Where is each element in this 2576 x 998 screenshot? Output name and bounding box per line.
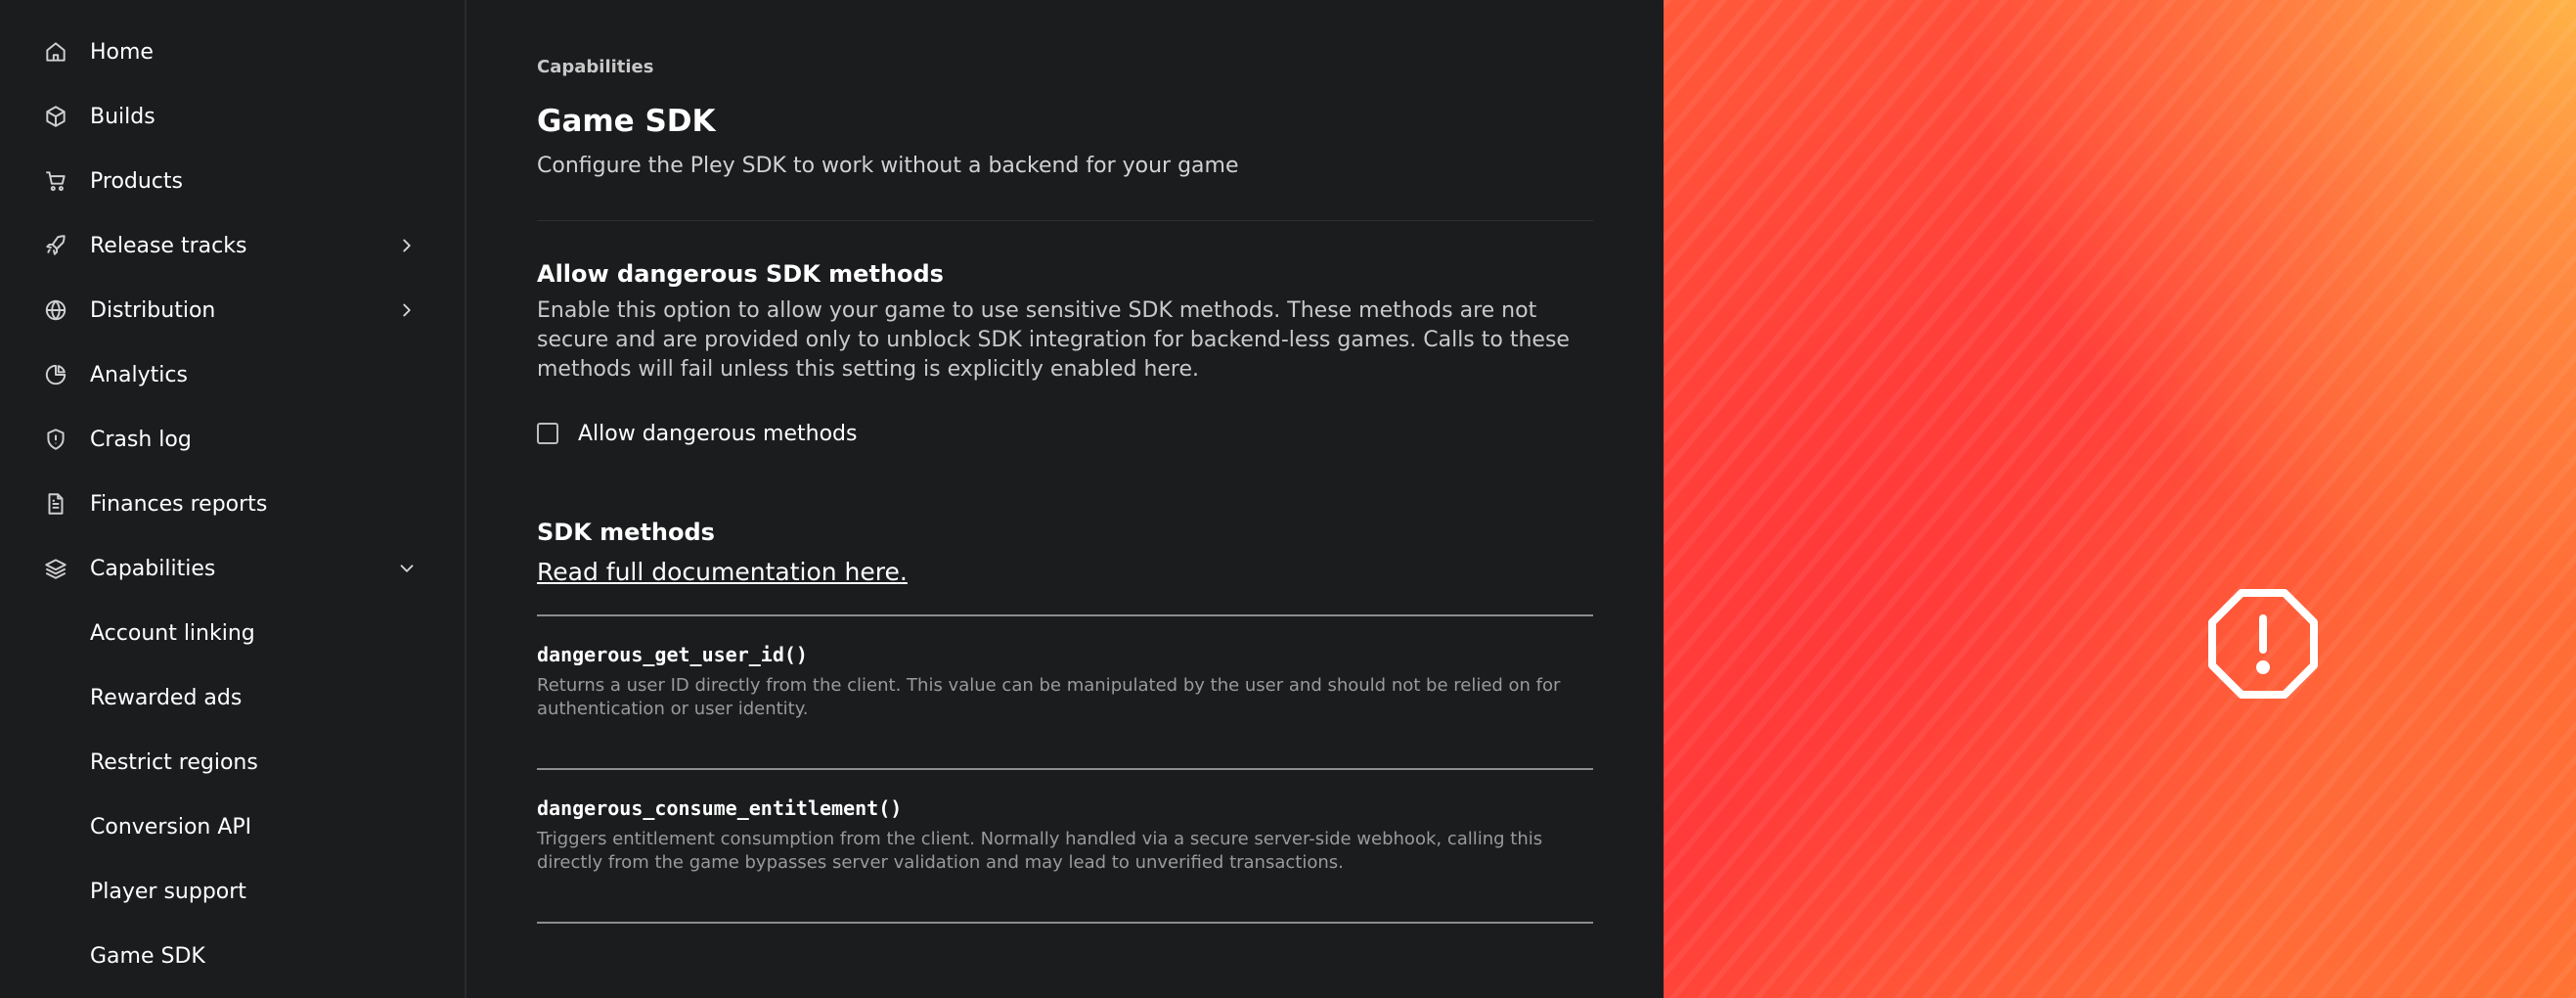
- sidebar-item-capabilities[interactable]: Capabilities: [0, 541, 466, 596]
- cart-icon: [43, 168, 68, 194]
- sidebar-subitem-label: Account linking: [90, 620, 255, 646]
- sidebar-item-label: Capabilities: [90, 556, 216, 581]
- sidebar-subitem-restrict-regions[interactable]: Restrict regions: [0, 735, 466, 790]
- breadcrumb: Capabilities: [537, 57, 654, 77]
- sidebar-subitem-label: Restrict regions: [90, 749, 258, 775]
- chevron-right-icon[interactable]: [395, 234, 419, 257]
- sidebar-subitem-game-sdk[interactable]: Game SDK: [0, 929, 466, 983]
- dangerous-methods-description: Enable this option to allow your game to…: [537, 298, 1570, 382]
- chevron-right-icon[interactable]: [395, 298, 419, 322]
- sidebar-item-release-tracks[interactable]: Release tracks: [0, 218, 466, 273]
- allow-dangerous-methods-checkbox[interactable]: [537, 423, 558, 444]
- sidebar-item-crash-log[interactable]: Crash log: [0, 412, 466, 467]
- pie-chart-icon: [43, 362, 68, 387]
- sidebar-item-label: Distribution: [90, 297, 216, 323]
- sidebar-item-label: Analytics: [90, 362, 188, 387]
- decorative-art-panel: [1664, 0, 2576, 998]
- method-description: Returns a user ID directly from the clie…: [537, 675, 1561, 719]
- page-title: Game SDK: [537, 104, 716, 139]
- method-description: Triggers entitlement consumption from th…: [537, 829, 1543, 873]
- sidebar-item-finances-reports[interactable]: Finances reports: [0, 476, 466, 531]
- documentation-link[interactable]: Read full documentation here.: [537, 558, 908, 586]
- sidebar-item-label: Crash log: [90, 427, 192, 452]
- globe-icon: [43, 297, 68, 323]
- sidebar: Home Builds Products Release tracks Dist…: [0, 0, 466, 998]
- sidebar-item-label: Home: [90, 39, 154, 65]
- divider: [537, 614, 1593, 616]
- sidebar-item-label: Finances reports: [90, 491, 268, 517]
- method-name: dangerous_consume_entitlement(): [537, 796, 903, 820]
- layers-icon: [43, 556, 68, 581]
- sidebar-item-analytics[interactable]: Analytics: [0, 347, 466, 402]
- allow-dangerous-methods-row[interactable]: Allow dangerous methods: [537, 419, 857, 448]
- divider: [537, 768, 1593, 770]
- dangerous-methods-title: Allow dangerous SDK methods: [537, 260, 944, 288]
- document-icon: [43, 491, 68, 517]
- sidebar-item-builds[interactable]: Builds: [0, 89, 466, 144]
- main-content: Capabilities Game SDK Configure the Pley…: [466, 0, 1664, 998]
- sidebar-item-label: Builds: [90, 104, 155, 129]
- sidebar-subitem-player-support[interactable]: Player support: [0, 864, 466, 919]
- sidebar-subitem-conversion-api[interactable]: Conversion API: [0, 799, 466, 854]
- rocket-icon: [43, 233, 68, 258]
- sdk-methods-title: SDK methods: [537, 519, 715, 546]
- sidebar-item-distribution[interactable]: Distribution: [0, 283, 466, 338]
- sidebar-subitem-account-linking[interactable]: Account linking: [0, 606, 466, 660]
- shield-icon: [43, 427, 68, 452]
- method-name: dangerous_get_user_id(): [537, 643, 808, 666]
- sidebar-subitem-label: Player support: [90, 879, 246, 904]
- divider: [537, 220, 1593, 221]
- warning-octagon-icon: [2206, 587, 2320, 701]
- chevron-down-icon[interactable]: [395, 557, 419, 580]
- box-icon: [43, 104, 68, 129]
- sidebar-subitem-label: Conversion API: [90, 814, 252, 839]
- sidebar-subitem-rewarded-ads[interactable]: Rewarded ads: [0, 670, 466, 725]
- sidebar-subitem-label: Rewarded ads: [90, 685, 243, 710]
- sidebar-item-products[interactable]: Products: [0, 154, 466, 208]
- sidebar-item-label: Products: [90, 168, 183, 194]
- sidebar-item-label: Release tracks: [90, 233, 247, 258]
- sidebar-subitem-label: Game SDK: [90, 943, 205, 969]
- home-icon: [43, 39, 68, 65]
- divider: [537, 922, 1593, 924]
- allow-dangerous-methods-label[interactable]: Allow dangerous methods: [578, 422, 857, 446]
- page-subtitle: Configure the Pley SDK to work without a…: [537, 154, 1239, 178]
- sidebar-item-home[interactable]: Home: [0, 24, 466, 79]
